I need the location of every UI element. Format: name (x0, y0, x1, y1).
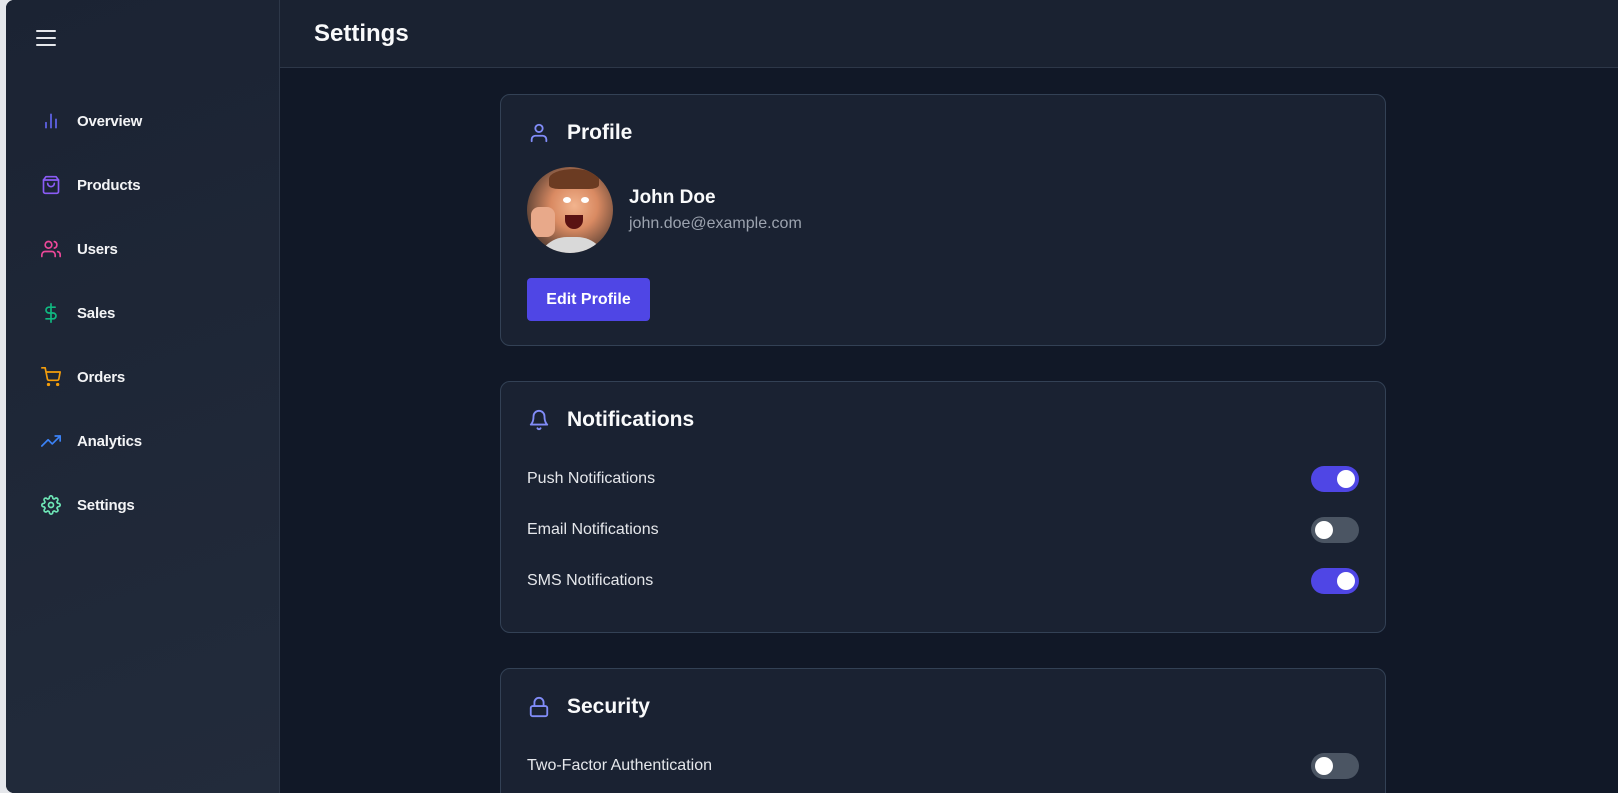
shopping-cart-icon (40, 366, 62, 388)
profile-heading: Profile (567, 121, 633, 144)
avatar (527, 167, 613, 253)
sidebar: Overview Products Users Sales Orders Ana… (6, 0, 280, 793)
dollar-sign-icon (40, 302, 62, 324)
gear-icon (40, 494, 62, 516)
sms-notifications-label: SMS Notifications (527, 572, 654, 589)
profile-card: Profile John Doe john.doe@example.com Ed… (500, 94, 1386, 346)
sidebar-item-label: Users (77, 240, 118, 258)
email-notifications-row: Email Notifications (527, 517, 1359, 543)
sidebar-item-users[interactable]: Users (6, 217, 280, 281)
sidebar-item-label: Overview (77, 112, 143, 130)
two-factor-toggle[interactable] (1311, 753, 1359, 779)
push-notifications-row: Push Notifications (527, 466, 1359, 492)
user-icon (527, 121, 551, 145)
sidebar-item-label: Settings (77, 496, 135, 514)
users-icon (40, 238, 62, 260)
security-heading: Security (567, 695, 650, 718)
sidebar-item-sales[interactable]: Sales (6, 281, 280, 345)
sidebar-item-label: Products (77, 176, 141, 194)
email-notifications-toggle[interactable] (1311, 517, 1359, 543)
push-notifications-toggle[interactable] (1311, 466, 1359, 492)
security-card: Security Two-Factor Authentication (500, 668, 1386, 793)
profile-name: John Doe (629, 187, 716, 208)
two-factor-row: Two-Factor Authentication (527, 753, 1359, 779)
edit-profile-button[interactable]: Edit Profile (527, 278, 650, 321)
push-notifications-label: Push Notifications (527, 470, 656, 487)
top-bar: Settings (280, 0, 1618, 68)
email-notifications-label: Email Notifications (527, 521, 659, 538)
sidebar-item-orders[interactable]: Orders (6, 345, 280, 409)
page-title: Settings (314, 20, 409, 47)
sms-notifications-toggle[interactable] (1311, 568, 1359, 594)
lock-icon (527, 695, 551, 719)
profile-card-header: Profile (527, 121, 632, 145)
sidebar-item-label: Sales (77, 304, 116, 322)
shopping-bag-icon (40, 174, 62, 196)
main-content: Profile John Doe john.doe@example.com Ed… (280, 68, 1618, 793)
profile-email: john.doe@example.com (629, 215, 802, 232)
sidebar-item-products[interactable]: Products (6, 153, 280, 217)
security-card-header: Security (527, 695, 650, 719)
sidebar-item-analytics[interactable]: Analytics (6, 409, 280, 473)
bell-icon (527, 408, 551, 432)
sidebar-item-settings[interactable]: Settings (6, 473, 280, 537)
notifications-card: Notifications Push Notifications Email N… (500, 381, 1386, 633)
bar-chart-icon (40, 110, 62, 132)
sms-notifications-row: SMS Notifications (527, 568, 1359, 594)
notifications-heading: Notifications (567, 408, 695, 431)
sidebar-item-label: Analytics (77, 432, 142, 450)
two-factor-label: Two-Factor Authentication (527, 757, 712, 774)
notifications-card-header: Notifications (527, 408, 694, 432)
sidebar-nav: Overview Products Users Sales Orders Ana… (6, 89, 280, 537)
sidebar-item-overview[interactable]: Overview (6, 89, 280, 153)
trending-up-icon (40, 430, 62, 452)
hamburger-menu-icon[interactable] (34, 26, 58, 50)
sidebar-item-label: Orders (77, 368, 125, 386)
app-window: Overview Products Users Sales Orders Ana… (6, 0, 1618, 793)
